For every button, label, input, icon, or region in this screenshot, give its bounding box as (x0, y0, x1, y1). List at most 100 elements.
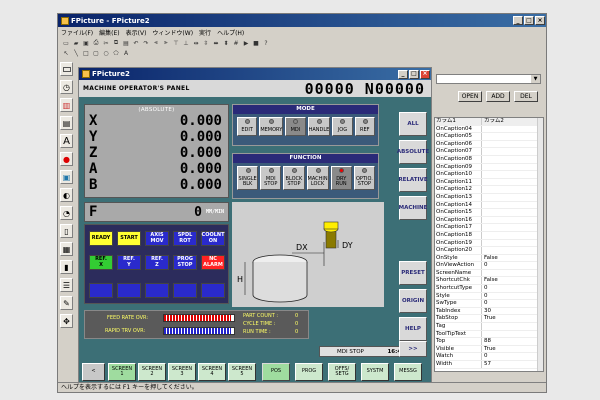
pointer-icon[interactable]: ↖ (62, 49, 70, 57)
menu-item[interactable]: 表示(V) (126, 28, 147, 37)
screen-button-3[interactable]: SCREEN 3 (168, 363, 196, 381)
open-icon[interactable]: ▰ (72, 39, 80, 47)
property-value[interactable] (482, 141, 484, 148)
property-value[interactable] (482, 164, 484, 171)
status-key[interactable]: START (117, 231, 141, 246)
property-row[interactable]: OnCaption14 (435, 201, 543, 210)
side-relative-button[interactable]: RELATIVE (398, 168, 428, 192)
property-value[interactable]: 57 (482, 361, 491, 368)
property-row[interactable]: TabIndex 30 (435, 307, 543, 316)
property-value[interactable] (482, 148, 484, 155)
property-row[interactable]: ShortcutType 0 (435, 285, 543, 293)
mode-key-handle[interactable]: HANDLE (307, 117, 331, 136)
fkey-1[interactable]: PROG (295, 363, 323, 381)
screen-button-4[interactable]: SCREEN 4 (198, 363, 226, 381)
function-key[interactable]: SINGLE BLK (237, 166, 259, 190)
grid-icon[interactable]: # (232, 39, 240, 47)
property-row[interactable]: OnStyle False (435, 254, 543, 263)
screen-button-5[interactable]: SCREEN 5 (228, 363, 256, 381)
child-maximize-button[interactable]: □ (409, 69, 419, 79)
prop-del-button[interactable]: DEL (514, 91, 538, 102)
property-value[interactable] (482, 171, 484, 178)
mode-key-edit[interactable]: EDIT (237, 117, 258, 136)
property-value[interactable]: 0 (482, 353, 488, 360)
property-value[interactable] (482, 247, 484, 254)
new-icon[interactable]: ▭ (62, 39, 70, 47)
property-row[interactable]: OnViewAction 0 (435, 262, 543, 270)
redo-icon[interactable]: ↷ (142, 39, 150, 47)
run-icon[interactable]: ▶ (242, 39, 250, 47)
property-value[interactable] (482, 232, 484, 239)
blank-key-2[interactable] (117, 283, 141, 298)
property-value[interactable] (482, 156, 484, 163)
property-row[interactable]: ShortcutChk False (435, 277, 543, 286)
fkey-2[interactable]: OFFS/ SETG (328, 363, 356, 381)
mode-key-memory[interactable]: MEMORY (259, 117, 284, 136)
status-key[interactable]: READY (89, 231, 113, 246)
property-row[interactable]: OnCaption07 (435, 148, 543, 156)
side-origin-button[interactable]: ORIGIN (399, 289, 427, 313)
side-preset-button[interactable]: PRESET (399, 261, 427, 285)
status-key[interactable]: PROG STOP (173, 255, 197, 270)
same-height-icon[interactable]: ⬍ (222, 39, 230, 47)
property-row[interactable]: OnCaption16 (435, 216, 543, 225)
property-row[interactable]: Top 88 (435, 338, 543, 346)
cursor-tool-icon[interactable]: ✎ (60, 296, 73, 310)
paste-icon[interactable]: ▤ (122, 39, 130, 47)
property-value[interactable] (482, 179, 484, 186)
button-tool-icon[interactable] (60, 62, 73, 76)
property-row[interactable]: Width 57 (435, 361, 543, 369)
property-value[interactable] (482, 331, 484, 338)
function-key[interactable]: MDI STOP (260, 166, 282, 190)
cut-icon[interactable]: ✂ (102, 39, 110, 47)
next-page-button[interactable]: >> (399, 341, 427, 357)
property-value[interactable]: 0 (482, 262, 488, 269)
menu-item[interactable]: 編集(E) (99, 28, 119, 37)
fkey-4[interactable]: MESSG (394, 363, 422, 381)
object-select[interactable]: ▼ (436, 74, 541, 84)
property-value[interactable] (482, 209, 484, 216)
ellipse-icon[interactable]: ○ (102, 49, 110, 57)
status-key[interactable]: REF. Y (117, 255, 141, 270)
property-row[interactable]: Style 0 (435, 292, 543, 301)
property-row[interactable]: OnCaption19 (435, 239, 543, 248)
mode-key-jog[interactable]: JOG (332, 117, 353, 136)
property-value[interactable] (482, 323, 484, 330)
print-icon[interactable]: ⎙ (92, 39, 100, 47)
blank-key-1[interactable] (89, 283, 113, 298)
status-key[interactable]: AXIS MOV (145, 231, 169, 246)
property-value[interactable]: 0 (482, 293, 488, 300)
lamp-tool-icon[interactable]: ● (60, 152, 73, 166)
property-value[interactable]: False (482, 277, 498, 284)
status-key[interactable]: REF. Z (145, 255, 169, 270)
property-row[interactable]: ToolTipText (435, 330, 543, 339)
property-value[interactable]: True (482, 315, 496, 322)
property-value[interactable]: True (482, 346, 496, 353)
menu-item[interactable]: ファイル(F) (61, 28, 93, 37)
property-value[interactable]: 30 (482, 308, 491, 315)
status-key[interactable]: COOLNT ON (201, 231, 225, 246)
screen-button-1[interactable]: SCREEN 1 (108, 363, 136, 381)
property-value[interactable] (482, 186, 484, 193)
menu-item[interactable]: ヘルプ(H) (217, 28, 244, 37)
rect-icon[interactable]: □ (82, 49, 90, 57)
help-icon[interactable]: ? (262, 39, 270, 47)
mode-key-ref[interactable]: REF (354, 117, 375, 136)
property-row[interactable]: OnCaption17 (435, 224, 543, 232)
property-row[interactable]: OnCaption05 (435, 133, 543, 141)
property-row[interactable]: Watch 0 (435, 353, 543, 361)
align-left-icon[interactable]: ⫷ (152, 39, 160, 47)
feed-ovr-bar[interactable] (163, 314, 235, 322)
status-key[interactable]: NC ALARM (201, 255, 225, 270)
property-row[interactable]: TabStop True (435, 315, 543, 324)
line-icon[interactable]: ╲ (72, 49, 80, 57)
property-value[interactable]: False (482, 255, 498, 262)
save-tool-icon[interactable]: ▦ (60, 242, 73, 256)
property-row[interactable]: OnCaption18 (435, 231, 543, 240)
side-help-button[interactable]: HELP (399, 317, 427, 341)
side-absolute-button[interactable]: ABSOLUTE (397, 140, 429, 164)
align-top-icon[interactable]: ⊤ (172, 39, 180, 47)
fkey-0[interactable]: POS (262, 363, 290, 381)
text-tool-icon[interactable]: A (60, 134, 73, 148)
gauge-tool-icon[interactable]: ◔ (60, 206, 73, 220)
